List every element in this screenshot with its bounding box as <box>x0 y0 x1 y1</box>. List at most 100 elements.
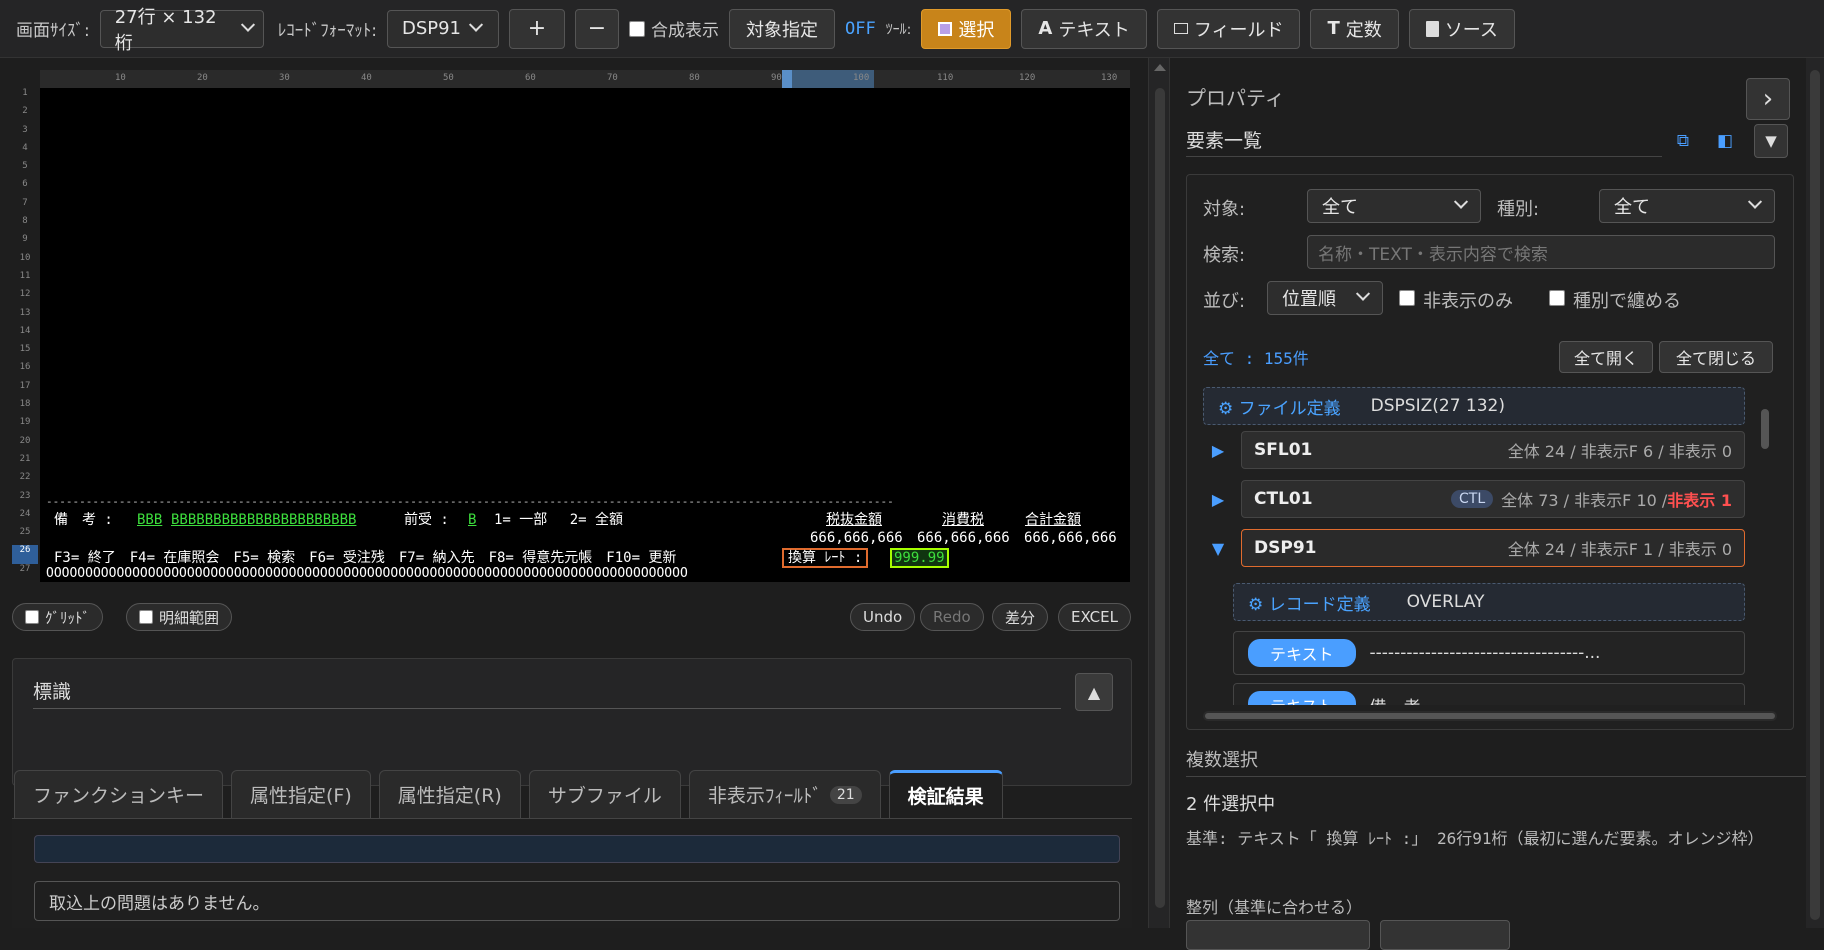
rate-field[interactable]: 999.99 <box>890 548 949 568</box>
row-number: 26 <box>12 545 38 564</box>
grid-checkbox[interactable] <box>25 610 39 624</box>
record-node-sfl01[interactable]: SFL01 全体 24 / 非表示F 6 / 非表示 0 <box>1241 431 1745 469</box>
tab-attr-field[interactable]: 属性指定(F) <box>231 770 371 818</box>
file-definition-row[interactable]: ⚙ ファイル定義 DSPSIZ(27 132) <box>1203 387 1745 425</box>
copy-icon[interactable]: ⧉ <box>1670 128 1696 154</box>
composite-checkbox[interactable] <box>628 20 645 37</box>
kind-filter-select[interactable]: 全て <box>1599 189 1775 223</box>
multi-select-title: 複数選択 <box>1186 750 1258 771</box>
advance-options[interactable]: 1= 一部 2= 全額 <box>494 512 623 528</box>
collapse-all-button[interactable]: 全て閉じる <box>1659 341 1773 373</box>
tool-constant-button[interactable]: T 定数 <box>1310 8 1399 49</box>
row27-field[interactable]: OOOOOOOOOOOOOOOOOOOOOOOOOOOOOOOOOOOOOOOO… <box>46 566 688 582</box>
divider <box>1186 776 1806 777</box>
undo-button[interactable]: Undo <box>850 603 916 631</box>
sort-select[interactable]: 位置順 <box>1267 281 1383 315</box>
target-filter-select[interactable]: 全て <box>1307 189 1481 223</box>
align-button[interactable] <box>1380 920 1510 950</box>
remarks-field-long[interactable]: BBBBBBBBBBBBBBBBBBBBBB <box>171 512 356 528</box>
row-number: 27 <box>19 563 31 574</box>
tab-function-keys[interactable]: ファンクションキー <box>14 770 224 818</box>
target-filter-label: 対象: <box>1203 199 1246 220</box>
tree-horizontal-scrollbar[interactable] <box>1203 711 1777 721</box>
align-button[interactable] <box>1186 920 1370 950</box>
detail-range-checkbox[interactable] <box>139 610 153 624</box>
tool-label: ﾂｰﾙ: <box>885 21 912 38</box>
search-input[interactable]: 名称・TEXT・表示内容で検索 <box>1307 235 1775 269</box>
scrollbar-thumb[interactable] <box>1205 713 1775 719</box>
off-status: OFF <box>844 18 876 39</box>
chevron-right-icon: › <box>1762 84 1774 114</box>
dropdown-button[interactable]: ▼ <box>1754 124 1788 158</box>
collapse-panel-button[interactable]: › <box>1746 78 1790 120</box>
hidden-only-checkbox[interactable] <box>1399 290 1415 306</box>
element-item[interactable]: テキスト 備 考 <box>1233 683 1745 705</box>
tab-subfile[interactable]: サブファイル <box>528 770 681 818</box>
tool-source-button[interactable]: ソース <box>1408 8 1515 49</box>
record-node-ctl01[interactable]: CTL01 CTL 全体 73 / 非表示F 10 / 非表示 1 <box>1241 480 1745 518</box>
tool-field-button[interactable]: フィールド <box>1156 8 1301 49</box>
remarks-label[interactable]: 備 考 : <box>54 512 113 528</box>
header-total[interactable]: 合計金額 <box>1025 512 1081 528</box>
diff-button[interactable]: 差分 <box>992 603 1049 631</box>
advance-field[interactable]: B <box>468 512 476 528</box>
expand-triangle-icon[interactable]: ▶ <box>1209 490 1227 509</box>
scrollbar-thumb[interactable] <box>1810 70 1820 920</box>
tab-attr-record[interactable]: 属性指定(R) <box>378 770 521 818</box>
separator-line[interactable]: ----------------------------------------… <box>46 494 894 510</box>
detail-range-toggle[interactable]: 明細範囲 <box>126 603 233 631</box>
scrollbar-thumb[interactable] <box>1761 409 1769 449</box>
scrollbar-thumb[interactable] <box>1155 88 1165 908</box>
target-button[interactable]: 対象指定 <box>728 8 835 49</box>
function-keys-text[interactable]: F3= 終了 F4= 在庫照会 F5= 検索 F6= 受注残 F7= 納入先 F… <box>54 550 676 566</box>
expand-all-button[interactable]: 全て開く <box>1559 341 1653 373</box>
redo-button[interactable]: Redo <box>920 603 984 631</box>
scroll-up-icon[interactable] <box>1154 64 1166 71</box>
row-number: 16 <box>19 362 31 373</box>
header-pretax[interactable]: 税抜金額 <box>826 512 882 528</box>
panel-icon[interactable]: ◧ <box>1712 128 1738 154</box>
element-item[interactable]: テキスト -----------------------------------… <box>1233 631 1745 675</box>
screen-size-select[interactable]: 27行 × 132桁 <box>99 7 264 54</box>
chevron-down-icon <box>1453 194 1469 209</box>
display-canvas[interactable]: ----------------------------------------… <box>40 88 1130 582</box>
collapse-triangle-icon[interactable]: ▼ <box>1209 539 1227 558</box>
tab-hidden-fields[interactable]: 非表示ﾌｨｰﾙﾄﾞ 21 <box>688 770 881 818</box>
row-number: 7 <box>22 197 28 208</box>
record-node-dsp91[interactable]: DSP91 全体 24 / 非表示F 1 / 非表示 0 <box>1241 529 1745 567</box>
row-number: 20 <box>19 435 31 446</box>
tree-scrollbar[interactable] <box>1759 387 1771 705</box>
remarks-field-short[interactable]: BBB <box>137 512 162 528</box>
canvas-options-bar: ｸﾞﾘｯﾄﾞ 明細範囲 Undo Redo 差分 EXCEL <box>12 603 1132 633</box>
header-tax[interactable]: 消費税 <box>942 512 984 528</box>
field-icon <box>1173 23 1188 34</box>
group-by-kind-checkbox[interactable] <box>1549 290 1565 306</box>
element-tree: ⚙ ファイル定義 DSPSIZ(27 132) ▶ SFL01 全体 24 / … <box>1203 387 1771 705</box>
record-definition-row[interactable]: ⚙ レコード定義 OVERLAY <box>1233 583 1745 621</box>
excel-button[interactable]: EXCEL <box>1058 603 1131 631</box>
advance-label[interactable]: 前受 : <box>404 512 449 528</box>
hidden-fields-badge: 21 <box>829 785 862 804</box>
collapse-button[interactable]: ▲ <box>1075 673 1113 711</box>
ruler-marker <box>782 70 792 88</box>
row-number: 5 <box>22 161 28 172</box>
gear-icon: ⚙ <box>1248 594 1264 615</box>
pane-splitter[interactable] <box>1148 58 1170 928</box>
grid-toggle[interactable]: ｸﾞﾘｯﾄﾞ <box>12 603 104 631</box>
tool-text-button[interactable]: A テキスト <box>1021 8 1147 49</box>
screen-size-label: 画面ｻｲｽﾞ: <box>16 21 90 41</box>
zoom-in-button[interactable]: + <box>508 8 565 49</box>
tab-validation[interactable]: 検証結果 <box>888 770 1003 818</box>
row-number: 1 <box>22 88 28 98</box>
properties-scrollbar[interactable] <box>1806 58 1824 928</box>
tool-select-button[interactable]: 選択 <box>921 8 1012 49</box>
value-tax[interactable]: 666,666,666 <box>917 530 1010 546</box>
expand-triangle-icon[interactable]: ▶ <box>1209 441 1227 460</box>
value-total[interactable]: 666,666,666 <box>1024 530 1117 546</box>
row-ruler: 1 2 3 4 5 6 7 8 9 10 11 12 13 14 15 16 17 18 19 20 21 22 23 24 2… <box>12 88 38 616</box>
record-format-select[interactable]: DSP91 <box>386 9 499 48</box>
zoom-out-button[interactable]: − <box>574 8 619 49</box>
value-pretax[interactable]: 666,666,666 <box>810 530 903 546</box>
validation-panel: 取込上の問題はありません。 <box>12 818 1132 928</box>
rate-label[interactable]: 換算 ﾚｰﾄ : <box>782 548 869 568</box>
